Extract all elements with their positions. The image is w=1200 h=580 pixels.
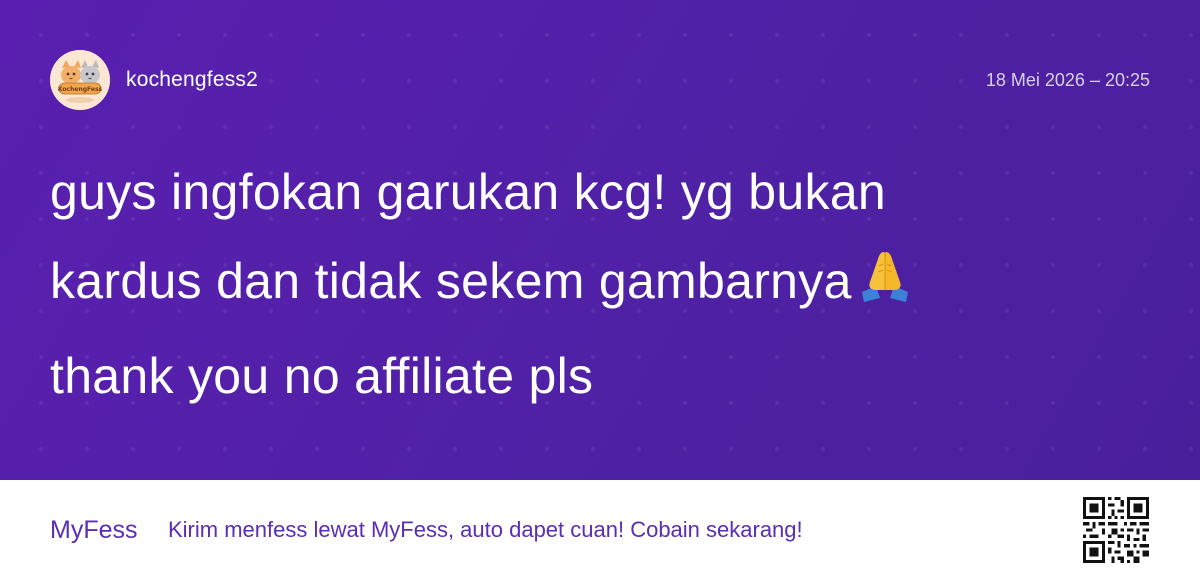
message-line: kardus dan tidak sekem gambarnya bbox=[50, 237, 1150, 332]
post-card: KochengFess kochengfess2 18 Mei 2026 – 2… bbox=[0, 0, 1200, 580]
post-area: KochengFess kochengfess2 18 Mei 2026 – 2… bbox=[0, 0, 1200, 480]
avatar[interactable]: KochengFess bbox=[50, 50, 110, 110]
promo-text: Kirim menfess lewat MyFess, auto dapet c… bbox=[168, 517, 803, 542]
message-body: guys ingfokan garukan kcg! yg bukan kard… bbox=[50, 148, 1150, 421]
message-line: guys ingfokan garukan kcg! yg bukan bbox=[50, 164, 887, 220]
cat-avatar-icon: KochengFess bbox=[50, 50, 110, 110]
qr-code-icon[interactable] bbox=[1083, 497, 1149, 563]
folded-hands-icon bbox=[856, 243, 914, 332]
footer-banner: MyFess Kirim menfess lewat MyFess, auto … bbox=[0, 480, 1200, 580]
brand-name[interactable]: MyFess bbox=[50, 514, 138, 546]
message-line: thank you no affiliate pls bbox=[50, 348, 594, 404]
username[interactable]: kochengfess2 bbox=[126, 66, 258, 94]
post-timestamp: 18 Mei 2026 – 20:25 bbox=[985, 70, 1150, 90]
svg-text:KochengFess: KochengFess bbox=[58, 86, 103, 93]
